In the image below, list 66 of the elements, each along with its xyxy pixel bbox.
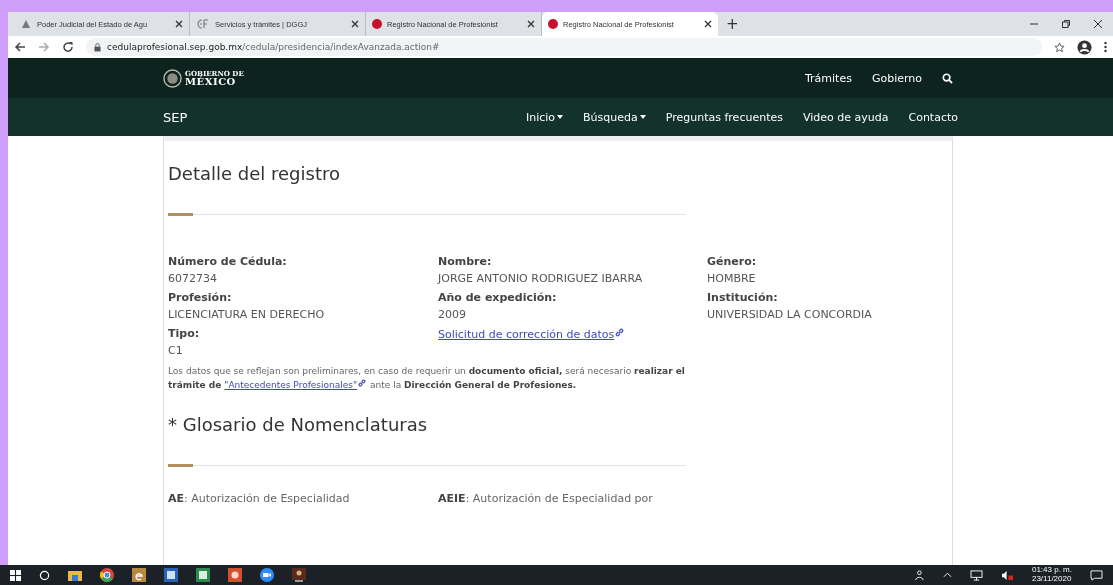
nav-link[interactable]: Video de ayuda [802, 110, 889, 124]
profile-icon[interactable] [1077, 39, 1092, 55]
logo-text: MÉXICO [185, 76, 236, 87]
field-value: JORGE ANTONIO RODRIGUEZ IBARRA [438, 272, 644, 285]
document-icon[interactable] [164, 568, 178, 582]
close-icon[interactable] [704, 20, 712, 28]
search-icon[interactable] [942, 72, 953, 84]
glossary-entry: AE: Autorización de Especialidad [168, 492, 351, 506]
clock-time: 01:43 p. m. [1031, 566, 1072, 575]
field-label: Nombre: [438, 255, 493, 268]
reload-icon[interactable] [62, 41, 74, 53]
more-menu-icon[interactable] [1104, 41, 1107, 53]
nav-link[interactable]: Preguntas frecuentes [665, 110, 783, 124]
nav-link[interactable]: Trámites [804, 71, 852, 85]
presentation-icon[interactable] [228, 568, 242, 582]
nav-link[interactable]: Gobierno [871, 71, 922, 85]
close-icon[interactable] [175, 20, 183, 28]
star-icon[interactable] [1054, 41, 1065, 53]
video-camera-icon[interactable] [260, 568, 274, 582]
field-label: Número de Cédula: [168, 255, 288, 268]
nav-link[interactable]: Contacto [908, 110, 958, 124]
field-value: 2009 [438, 308, 467, 321]
dot-icon [372, 19, 382, 29]
section-title: Detalle del registro [168, 163, 341, 184]
field-label: Género: [707, 255, 758, 268]
antecedentes-link[interactable]: "Antecedentes Profesionales" [224, 380, 368, 391]
browser-icon[interactable] [100, 568, 114, 582]
link-icon [357, 378, 368, 389]
glossary-entry: AEIE: Autorización de Especialidad por [438, 492, 654, 506]
network-icon[interactable] [969, 569, 983, 581]
clock-date: 23/11/2020 [1031, 575, 1072, 584]
field-label: Tipo: [168, 327, 201, 340]
nav-link[interactable]: Inicio [525, 110, 564, 124]
field-value: C1 [168, 344, 184, 357]
windows-logo-icon[interactable] [10, 569, 21, 581]
spreadsheet-icon[interactable] [196, 568, 210, 582]
field-label: Profesión: [168, 291, 233, 304]
back-arrow-icon[interactable] [14, 41, 26, 53]
correction-link[interactable]: Solicitud de corrección de datos [438, 327, 707, 341]
notice-paragraph: Los datos que se reflejan son preliminares, en caso de requerir un documento oficial, será necesario realizar el trámite de "Antecedentes Profesionales" ante la Dirección General de Profesiones. [168, 365, 686, 393]
close-icon[interactable] [527, 20, 535, 28]
dot-icon [548, 19, 558, 29]
monogram-icon [196, 18, 210, 30]
letter-e-icon[interactable] [132, 568, 146, 582]
field-value: UNIVERSIDAD LA CONCORDIA [707, 308, 873, 321]
address-field[interactable]: cedulaprofesional.sep.gob.mx/cedula/presidencia/indexAvanzada.action# [86, 38, 1042, 56]
search-icon[interactable] [39, 569, 50, 581]
field-value: LICENCIATURA EN DERECHO [168, 308, 326, 321]
app-icon[interactable] [292, 568, 306, 582]
new-tab-button[interactable]: + [718, 15, 747, 33]
brand-text: SEP [163, 109, 188, 125]
field-value: 6072734 [168, 272, 218, 285]
field-label: Año de expedición: [438, 291, 558, 304]
notification-icon[interactable] [1090, 569, 1103, 581]
close-icon[interactable] [1093, 19, 1103, 29]
field-value: HOMBRE [707, 272, 757, 285]
lock-icon [94, 42, 101, 52]
close-icon[interactable] [351, 20, 359, 28]
folder-icon[interactable] [68, 569, 82, 581]
chevron-up-icon[interactable] [942, 572, 952, 578]
field-label: Institución: [707, 291, 779, 304]
speaker-muted-icon[interactable] [1000, 569, 1014, 581]
restore-icon[interactable] [1061, 19, 1071, 29]
nav-link[interactable]: Búsqueda [583, 110, 646, 124]
section-title: * Glosario de Nomenclaturas [168, 414, 429, 436]
link-icon [614, 327, 626, 338]
